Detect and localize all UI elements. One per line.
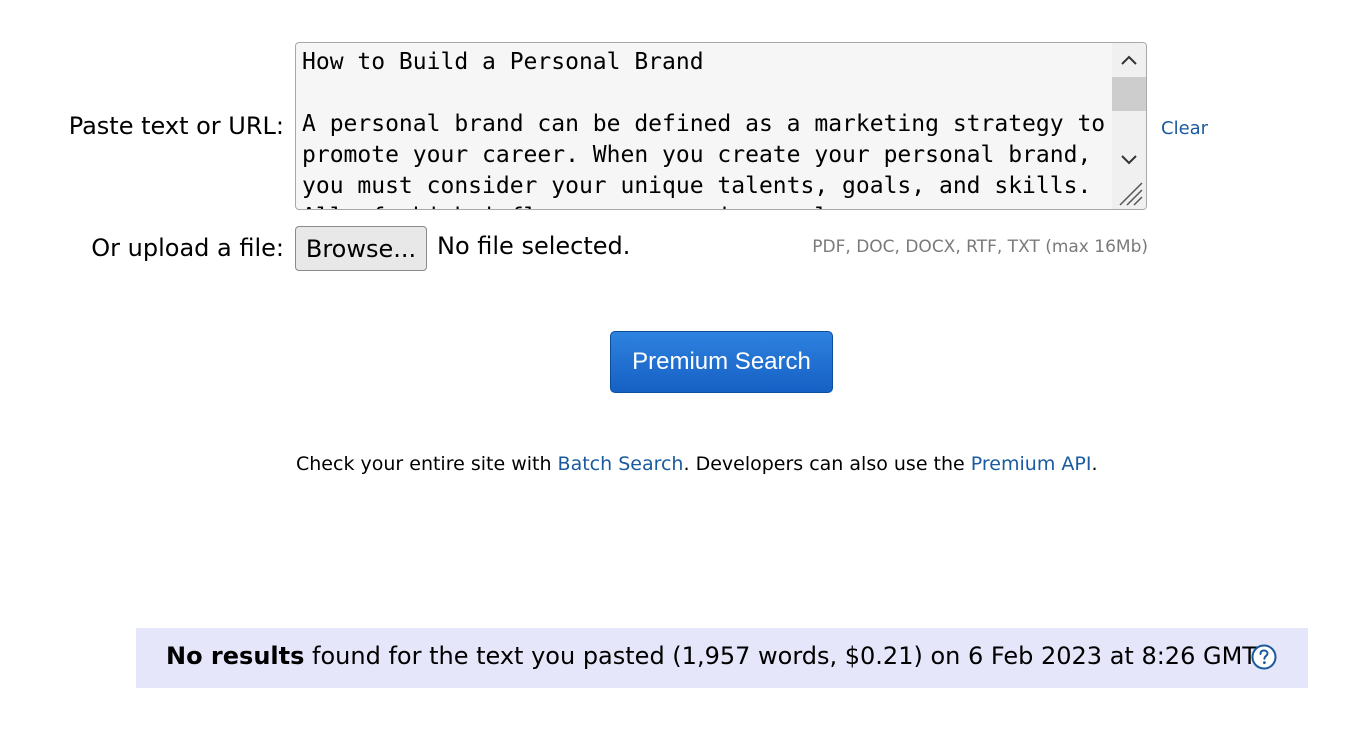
batch-prefix: Check your entire site with xyxy=(296,453,558,475)
paste-label: Paste text or URL: xyxy=(68,112,284,140)
upload-label: Or upload a file: xyxy=(91,234,284,262)
batch-info-line: Check your entire site with Batch Search… xyxy=(296,453,1097,475)
results-banner: No results found for the text you pasted… xyxy=(136,628,1308,688)
batch-search-link[interactable]: Batch Search xyxy=(558,453,684,475)
premium-api-link[interactable]: Premium API xyxy=(971,453,1092,475)
file-status: No file selected. xyxy=(437,232,631,260)
chevron-down-icon[interactable] xyxy=(1112,143,1146,177)
chevron-up-icon[interactable] xyxy=(1112,43,1146,77)
results-bold: No results xyxy=(166,642,305,670)
file-types-hint: PDF, DOC, DOCX, RTF, TXT (max 16Mb) xyxy=(812,237,1148,257)
clear-link[interactable]: Clear xyxy=(1161,118,1208,139)
results-detail: found for the text you pasted (1,957 wor… xyxy=(304,642,1262,670)
plagiarism-search-page: Paste text or URL: How to Build a Person… xyxy=(0,0,1370,730)
text-input-area[interactable]: How to Build a Personal Brand A personal… xyxy=(295,42,1147,210)
results-text: No results found for the text you pasted… xyxy=(166,642,1262,670)
batch-suffix: . xyxy=(1091,453,1098,475)
question-circle-icon[interactable] xyxy=(1251,644,1277,670)
browse-button[interactable]: Browse... xyxy=(295,226,427,271)
resize-grip-icon[interactable] xyxy=(1116,179,1144,207)
batch-middle: . Developers can also use the xyxy=(683,453,971,475)
premium-search-button[interactable]: Premium Search xyxy=(610,331,833,393)
text-input-content[interactable]: How to Build a Personal Brand A personal… xyxy=(302,47,1108,209)
scroll-thumb[interactable] xyxy=(1112,77,1146,111)
